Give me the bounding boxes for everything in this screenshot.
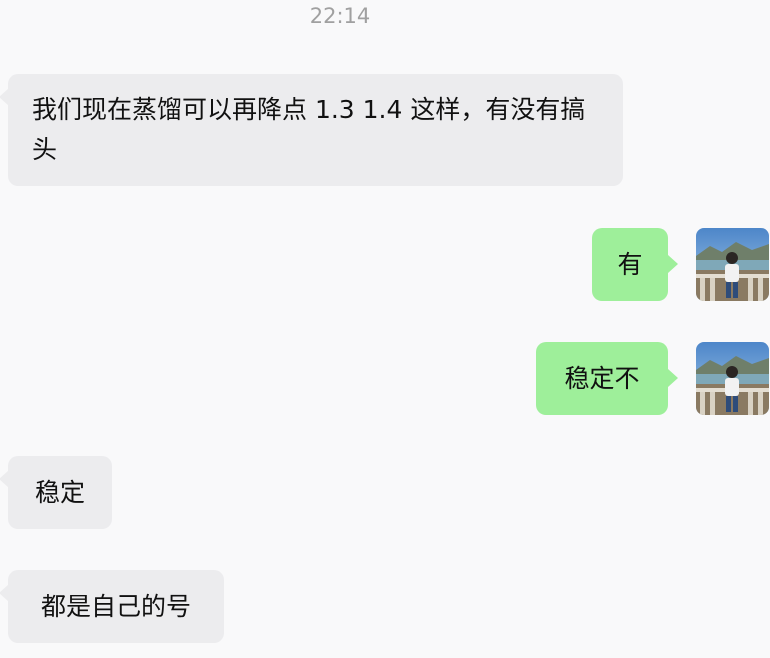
user-avatar[interactable]: [696, 342, 769, 415]
message-text: 有: [617, 250, 643, 279]
user-avatar[interactable]: [696, 228, 769, 301]
incoming-message-bubble[interactable]: 都是自己的号: [0, 570, 224, 643]
chat-window: 22:14 我们现在蒸馏可以再降点 1.3 1.4 这样，有没有搞头 有 稳定不…: [0, 0, 770, 658]
incoming-message-bubble[interactable]: 我们现在蒸馏可以再降点 1.3 1.4 这样，有没有搞头: [0, 74, 623, 186]
incoming-message-bubble[interactable]: 稳定: [0, 456, 112, 529]
message-text: 我们现在蒸馏可以再降点 1.3 1.4 这样，有没有搞头: [32, 95, 586, 164]
message-timestamp: 22:14: [309, 4, 371, 28]
user-photo-avatar-icon: [696, 228, 769, 301]
outgoing-message-bubble[interactable]: 有: [592, 228, 678, 301]
user-photo-avatar-icon: [696, 342, 769, 415]
message-text: 都是自己的号: [40, 592, 191, 621]
message-text: 稳定: [34, 478, 85, 507]
message-text: 稳定不: [564, 364, 640, 393]
outgoing-message-bubble[interactable]: 稳定不: [536, 342, 678, 415]
